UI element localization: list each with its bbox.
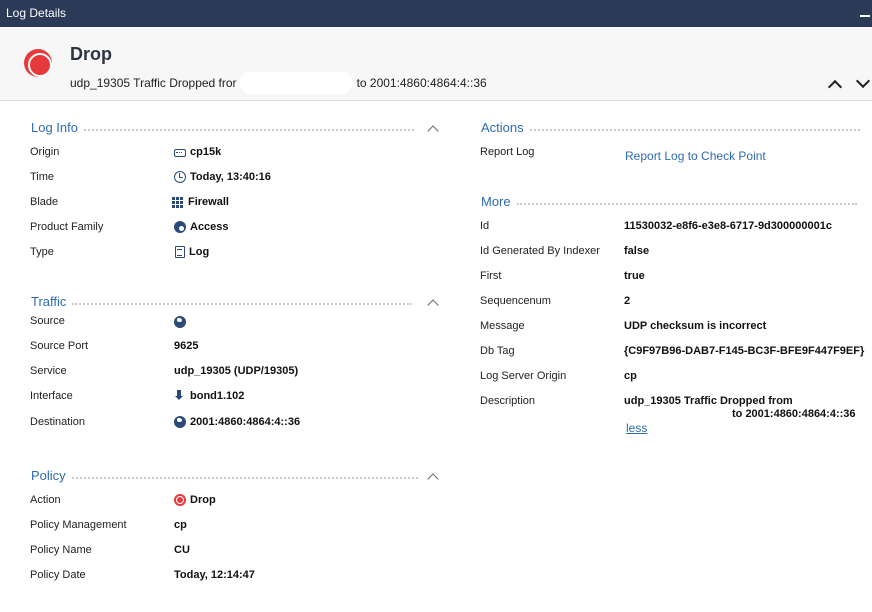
- field-label-origin: Origin: [30, 146, 60, 158]
- product-family-value-text: Access: [190, 221, 229, 233]
- blade-value-text: Firewall: [188, 196, 229, 208]
- clock-icon: [174, 171, 186, 183]
- globe-icon: [174, 416, 186, 428]
- type-value-text: Log: [189, 246, 210, 258]
- section-more-title: More: [481, 194, 511, 209]
- field-value-destination[interactable]: 2001:4860:4864:4::36: [174, 416, 300, 428]
- field-value-first[interactable]: true: [624, 270, 645, 282]
- log-title: Drop: [70, 44, 112, 64]
- collapse-log-info-chevron-up-icon[interactable]: [427, 125, 439, 137]
- section-divider: [71, 476, 418, 479]
- field-label-policy-date: Policy Date: [30, 569, 86, 581]
- subtitle-suffix: to 2001:4860:4864:4::36: [356, 76, 487, 90]
- globe-icon: [174, 316, 186, 328]
- field-value-id[interactable]: 11530032-e8f6-e3e8-6717-9d300000001c: [624, 220, 832, 232]
- field-label-source: Source: [30, 315, 65, 327]
- field-value-type[interactable]: Log: [175, 246, 209, 258]
- minimize-icon[interactable]: [860, 15, 870, 17]
- field-value-policy-date[interactable]: Today, 12:14:47: [174, 569, 255, 581]
- field-value-action[interactable]: Drop: [174, 494, 216, 506]
- field-value-id-generated-by-indexer[interactable]: false: [624, 245, 649, 257]
- field-label-first: First: [480, 270, 502, 282]
- field-value-description[interactable]: udp_19305 Traffic Dropped from to 2001:4…: [624, 395, 864, 421]
- field-value-policy-management[interactable]: cp: [174, 519, 187, 531]
- redacted-source: [239, 72, 352, 94]
- field-label-interface: Interface: [30, 390, 73, 402]
- section-actions: Actions: [481, 120, 860, 135]
- field-value-time[interactable]: Today, 13:40:16: [174, 171, 271, 183]
- section-policy: Policy: [31, 468, 418, 483]
- field-value-product-family[interactable]: Access: [174, 221, 229, 233]
- collapse-traffic-chevron-up-icon[interactable]: [427, 299, 439, 311]
- subtitle-prefix: udp_19305 Traffic Dropped fror: [70, 76, 237, 90]
- show-less-link[interactable]: less: [626, 421, 647, 435]
- field-label-time: Time: [30, 171, 55, 183]
- field-value-service[interactable]: udp_19305 (UDP/19305): [174, 365, 298, 377]
- window-title: Log Details: [6, 6, 67, 20]
- action-value-text: Drop: [190, 494, 216, 506]
- collapse-policy-chevron-up-icon[interactable]: [427, 473, 439, 485]
- section-traffic: Traffic: [31, 294, 413, 309]
- destination-value-text: 2001:4860:4864:4::36: [190, 416, 301, 428]
- window-titlebar: Log Details: [0, 0, 872, 27]
- field-label-log-server-origin: Log Server Origin: [480, 370, 567, 382]
- previous-log-chevron-up-icon[interactable]: [827, 79, 843, 95]
- log-subtitle: udp_19305 Traffic Dropped fror to 2001:4…: [70, 72, 487, 94]
- field-value-source[interactable]: [174, 316, 370, 328]
- field-value-source-port[interactable]: 9625: [174, 340, 198, 352]
- access-icon: [174, 221, 186, 233]
- origin-value-text: cp15k: [190, 146, 222, 158]
- section-log-info-title: Log Info: [31, 120, 78, 135]
- field-label-message: Message: [480, 320, 525, 332]
- log-icon: [175, 246, 185, 258]
- drop-action-icon: [24, 49, 52, 77]
- field-value-log-server-origin[interactable]: cp: [624, 370, 637, 382]
- field-label-id-generated-by-indexer: Id Generated By Indexer: [480, 245, 600, 257]
- interface-value-text: bond1.102: [190, 390, 245, 402]
- section-log-info: Log Info: [31, 120, 414, 135]
- field-label-destination: Destination: [30, 416, 86, 428]
- section-policy-title: Policy: [31, 468, 66, 483]
- field-value-sequencenum[interactable]: 2: [624, 295, 630, 307]
- field-value-policy-name[interactable]: CU: [174, 544, 190, 556]
- field-label-policy-name: Policy Name: [30, 544, 92, 556]
- field-label-description: Description: [480, 395, 536, 407]
- field-value-message[interactable]: UDP checksum is incorrect: [624, 320, 766, 332]
- report-log-label: Report Log: [480, 146, 535, 158]
- time-value-text: Today, 13:40:16: [190, 171, 271, 183]
- field-label-db-tag: Db Tag: [480, 345, 515, 357]
- field-value-interface[interactable]: bond1.102: [174, 390, 244, 402]
- field-label-source-port: Source Port: [30, 340, 89, 352]
- log-header: Drop udp_19305 Traffic Dropped fror to 2…: [0, 27, 872, 101]
- redacted-source-ip: [190, 316, 370, 328]
- field-label-id: Id: [480, 220, 490, 232]
- inbound-arrow-icon: [174, 390, 186, 402]
- next-log-chevron-down-icon[interactable]: [855, 73, 871, 89]
- field-value-db-tag[interactable]: {C9F97B96-DAB7-F145-BC3F-BFE9F447F9EF}: [624, 345, 864, 357]
- field-label-type: Type: [30, 246, 54, 258]
- section-divider: [72, 302, 413, 305]
- section-traffic-title: Traffic: [31, 294, 67, 309]
- firewall-icon: [172, 196, 184, 208]
- gateway-icon: [174, 149, 186, 157]
- section-divider: [529, 128, 860, 131]
- drop-icon: [174, 494, 186, 506]
- field-label-service: Service: [30, 365, 67, 377]
- field-label-sequencenum: Sequencenum: [480, 295, 551, 307]
- field-label-policy-management: Policy Management: [30, 519, 127, 531]
- field-label-blade: Blade: [30, 196, 59, 208]
- description-line-1: udp_19305 Traffic Dropped from: [624, 395, 793, 407]
- section-actions-title: Actions: [481, 120, 524, 135]
- report-log-link[interactable]: Report Log to Check Point: [625, 149, 766, 163]
- field-value-origin[interactable]: cp15k: [174, 146, 221, 158]
- field-value-blade[interactable]: Firewall: [172, 196, 229, 208]
- section-divider: [516, 202, 857, 205]
- field-label-product-family: Product Family: [30, 221, 104, 233]
- section-divider: [84, 128, 414, 131]
- field-label-action: Action: [30, 494, 61, 506]
- section-more: More: [481, 194, 857, 209]
- description-line-2: to 2001:4860:4864:4::36: [732, 408, 856, 420]
